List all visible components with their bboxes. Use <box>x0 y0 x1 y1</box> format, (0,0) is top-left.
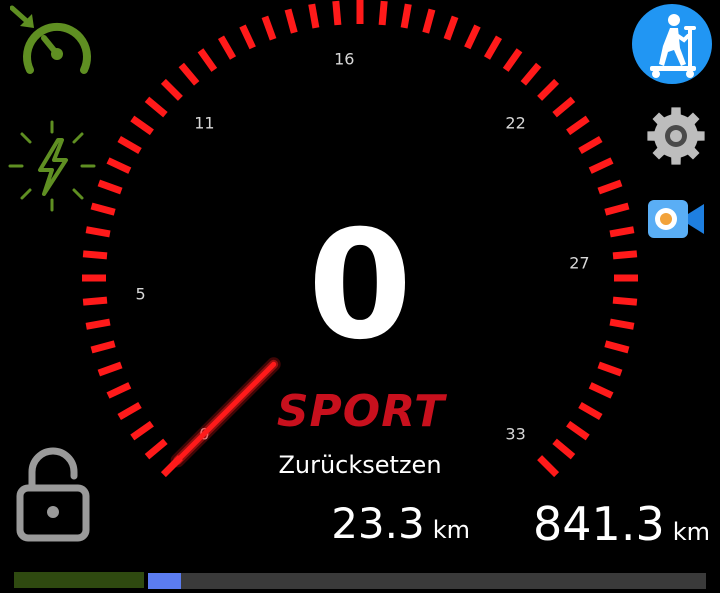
gauge-tick <box>261 15 277 41</box>
gauge-tick <box>604 340 630 354</box>
gauge-tick <box>284 8 298 34</box>
gauge-tick <box>609 318 635 330</box>
riding-mode-label[interactable]: SPORT <box>250 384 472 440</box>
trip-distance-value: 23.3 <box>331 499 425 548</box>
gauge-tick <box>117 135 142 155</box>
gauge-tick <box>217 35 237 60</box>
gauge-tick <box>609 226 635 238</box>
gauge-tick <box>117 401 142 421</box>
trip-distance: 23.3 km <box>300 494 470 554</box>
gauge-tick <box>604 202 630 216</box>
video-camera-icon[interactable] <box>646 196 706 242</box>
progress-track <box>148 573 706 589</box>
gauge-tick <box>90 340 116 354</box>
gauge-tick <box>85 318 111 330</box>
gauge-tick <box>520 62 542 86</box>
trip-reset-button[interactable]: Zurücksetzen <box>250 448 470 482</box>
odometer-value: 841.3 <box>533 497 665 551</box>
progress-fill <box>148 573 182 589</box>
gauge-tick <box>97 361 123 377</box>
gauge-tick <box>178 62 200 86</box>
gauge-tick <box>197 48 218 72</box>
gauge-tick <box>400 3 412 29</box>
gear-icon[interactable] <box>646 106 706 166</box>
gauge-tick <box>597 361 623 377</box>
charging-icon <box>6 118 98 214</box>
gauge-tick-label: 27 <box>569 253 589 272</box>
gauge-tick <box>578 401 603 421</box>
gauge-tick <box>332 0 342 26</box>
gauge-tick <box>464 24 481 50</box>
gauge-tick-label: 5 <box>136 285 146 304</box>
battery-level-bar <box>14 572 144 588</box>
gauge-tick <box>239 24 256 50</box>
gauge-tick <box>130 420 154 441</box>
odometer-unit: km <box>672 518 710 546</box>
gauge-tick <box>82 296 108 306</box>
gauge-tick <box>130 115 154 136</box>
odometer: 841.3 km <box>500 494 710 554</box>
gauge-tick <box>537 455 560 478</box>
gauge-tick <box>552 438 576 460</box>
trip-distance-unit: km <box>432 516 470 544</box>
gauge-tick <box>97 179 123 195</box>
gauge-tick <box>483 35 503 60</box>
cruise-control-icon[interactable] <box>9 4 98 84</box>
gauge-tick <box>588 382 614 399</box>
gauge-tick <box>443 15 459 41</box>
gauge-tick <box>422 8 436 34</box>
gauge-tick <box>537 78 560 101</box>
gauge-tick <box>566 420 590 441</box>
gauge-tick <box>144 96 168 118</box>
gauge-tick <box>308 3 320 29</box>
speed-value: 0 <box>307 199 413 373</box>
gauge-tick <box>612 250 638 260</box>
scooter-mode-button[interactable] <box>632 4 712 84</box>
gauge-tick-label: 11 <box>194 113 214 132</box>
gauge-tick <box>588 157 614 174</box>
gauge-tick-label: 22 <box>505 113 525 132</box>
scooter-rider-icon <box>650 14 696 78</box>
gauge-tick <box>378 0 388 26</box>
gauge-tick-label: 33 <box>505 425 525 444</box>
gauge-tick <box>578 135 603 155</box>
gauge-tick <box>612 296 638 306</box>
gauge-tick <box>106 382 132 399</box>
gauge-tick <box>552 96 576 118</box>
gauge-tick <box>597 179 623 195</box>
gauge-tick <box>85 226 111 238</box>
gauge-tick <box>144 438 168 460</box>
unlocked-padlock-icon[interactable] <box>14 446 92 542</box>
gauge-tick-label: 16 <box>334 50 354 69</box>
gauge-tick <box>160 78 183 101</box>
gauge-tick <box>106 157 132 174</box>
gauge-tick <box>566 115 590 136</box>
gauge-tick <box>502 48 523 72</box>
gauge-tick <box>82 250 108 260</box>
